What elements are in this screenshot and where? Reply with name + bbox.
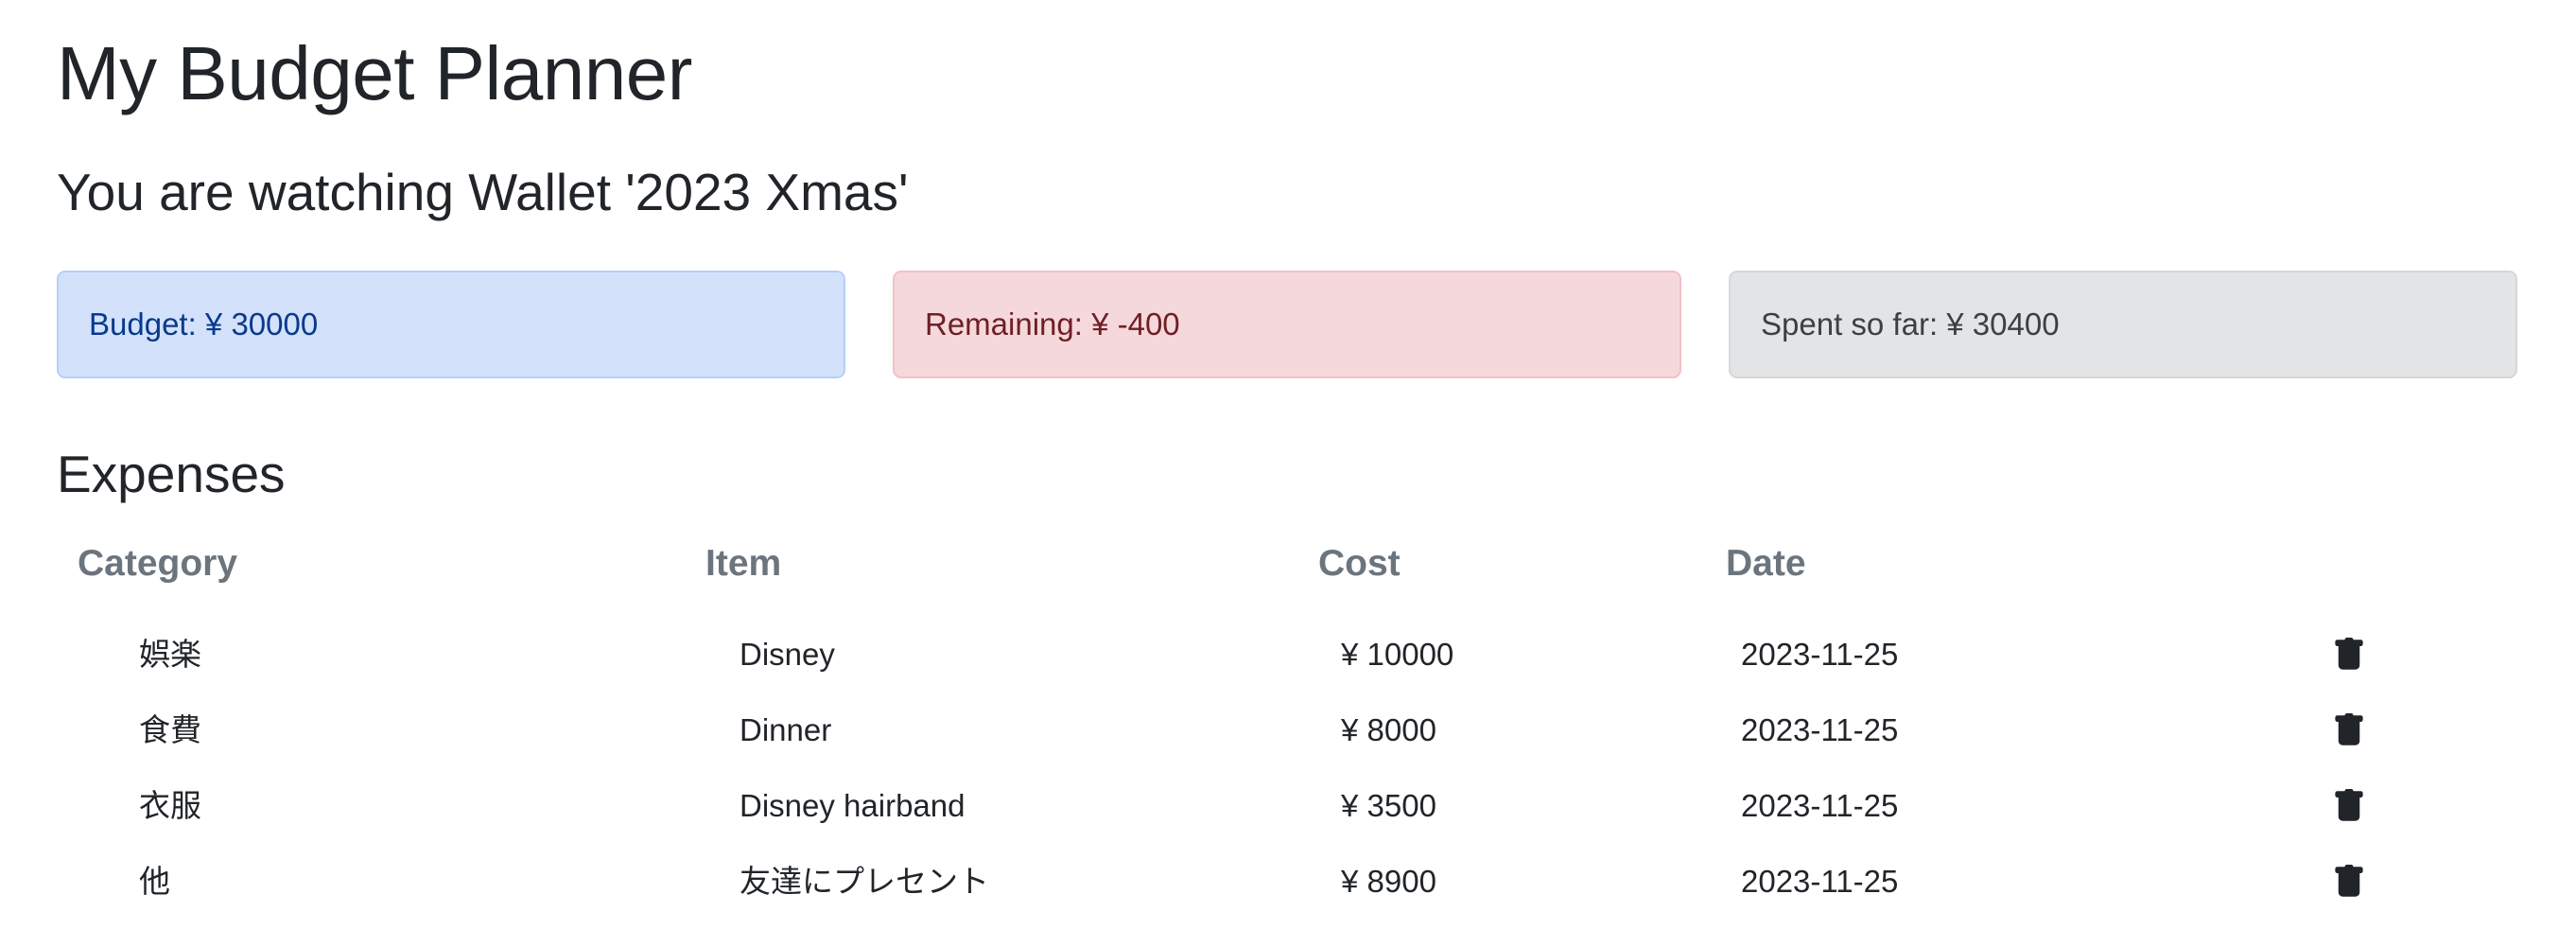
table-row: 娯楽 Disney ¥ 10000 2023-11-25 — [57, 617, 2519, 692]
expenses-heading: Expenses — [57, 445, 286, 503]
remaining-label: Remaining: ¥ -400 — [925, 307, 1180, 342]
trash-icon — [2335, 789, 2363, 821]
cell-category: 娯楽 — [139, 637, 201, 672]
cell-cost: ¥ 8900 — [1341, 864, 1436, 899]
summary-row: Budget: ¥ 30000 Remaining: ¥ -400 Spent … — [57, 271, 2519, 380]
spent-label: Spent so far: ¥ 30400 — [1761, 307, 2060, 342]
delete-expense-button[interactable] — [2332, 713, 2366, 747]
remaining-alert: Remaining: ¥ -400 — [893, 271, 1681, 378]
cell-cost: ¥ 10000 — [1341, 637, 1454, 672]
delete-expense-button[interactable] — [2332, 789, 2366, 823]
cell-category: 食費 — [139, 712, 201, 747]
cell-date: 2023-11-25 — [1741, 712, 1899, 747]
table-row: 衣服 Disney hairband ¥ 3500 2023-11-25 — [57, 768, 2519, 844]
cell-cost: ¥ 3500 — [1341, 788, 1436, 823]
cell-item: Dinner — [740, 712, 832, 747]
cell-item: Disney — [740, 637, 835, 672]
trash-icon — [2335, 638, 2363, 670]
cell-date: 2023-11-25 — [1741, 637, 1899, 672]
table-row: 食費 Dinner ¥ 8000 2023-11-25 — [57, 692, 2519, 768]
column-header-cost: Cost — [1318, 543, 1401, 584]
budget-label: Budget: ¥ 30000 — [89, 307, 319, 342]
column-header-date: Date — [1726, 543, 1806, 584]
wallet-heading: You are watching Wallet '2023 Xmas' — [57, 163, 909, 221]
column-header-item: Item — [705, 543, 782, 584]
cell-item: Disney hairband — [740, 788, 966, 823]
cell-category: 衣服 — [139, 788, 201, 823]
column-header-category: Category — [78, 543, 238, 584]
delete-expense-button[interactable] — [2332, 638, 2366, 672]
cell-date: 2023-11-25 — [1741, 788, 1899, 823]
trash-icon — [2335, 865, 2363, 897]
spent-alert: Spent so far: ¥ 30400 — [1729, 271, 2517, 378]
table-row: 他 友達にプレセント ¥ 8900 2023-11-25 — [57, 844, 2519, 920]
cell-category: 他 — [139, 864, 170, 899]
cell-cost: ¥ 8000 — [1341, 712, 1436, 747]
delete-expense-button[interactable] — [2332, 865, 2366, 899]
budget-alert: Budget: ¥ 30000 — [57, 271, 845, 378]
cell-item: 友達にプレセント — [740, 864, 989, 899]
cell-date: 2023-11-25 — [1741, 864, 1899, 899]
app-title: My Budget Planner — [57, 31, 692, 115]
trash-icon — [2335, 713, 2363, 745]
